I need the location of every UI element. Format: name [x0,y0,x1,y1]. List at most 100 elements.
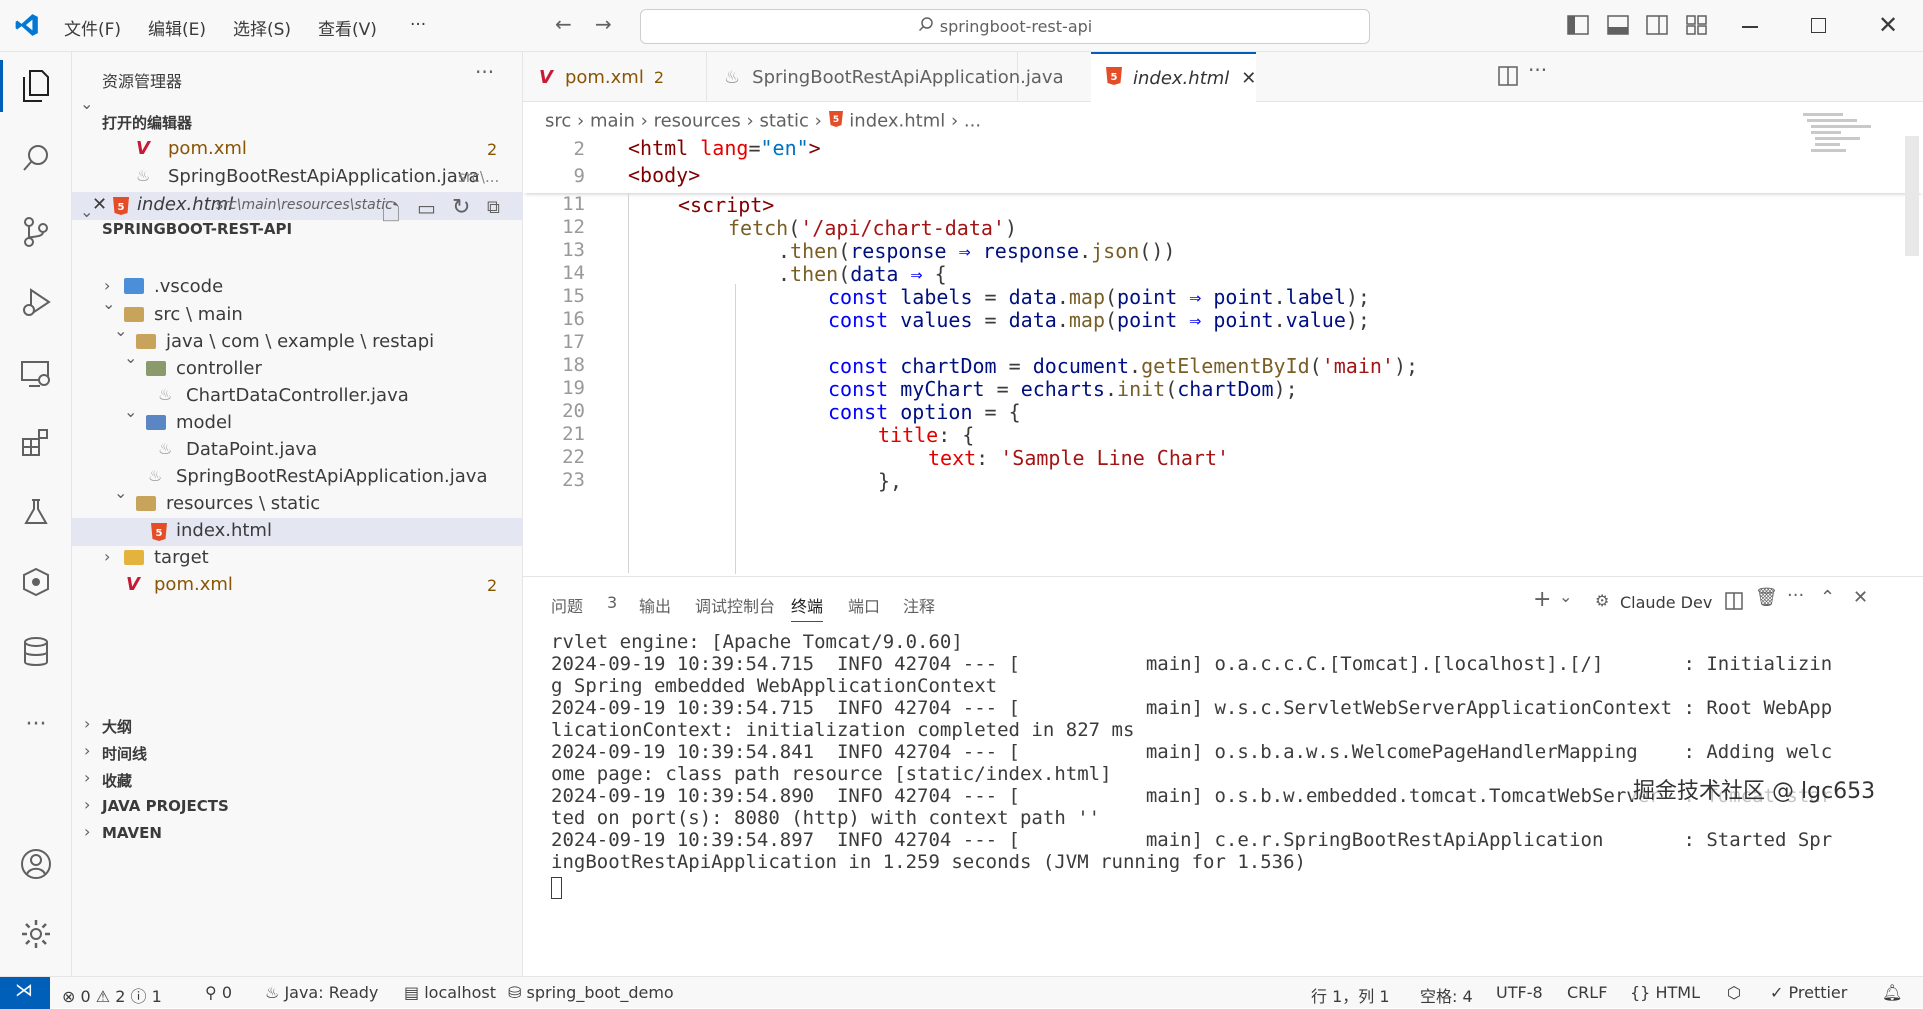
close-panel-icon[interactable]: ✕ [1853,587,1868,608]
breadcrumb-item[interactable]: index.html [849,111,945,132]
editor-more-icon[interactable]: ··· [1528,58,1547,82]
db-connection-status[interactable]: ▤ localhost [404,983,496,1002]
settings-gear-icon[interactable] [14,912,58,956]
close-window-icon[interactable]: ✕ [1878,11,1898,39]
split-editor-icon[interactable] [1498,66,1518,90]
section-timeline[interactable]: › 时间线 [72,741,523,767]
tab-ports[interactable]: 端口 [848,593,880,617]
tree-pom[interactable]: V pom.xml 2 [72,572,523,600]
remote-indicator[interactable]: ⋊ [0,977,50,1009]
breadcrumb-item[interactable]: main [590,111,635,132]
menu-view[interactable]: 查看(V) [318,15,377,40]
tree-java-package[interactable]: ⌄ java \ com \ example \ restapi [72,321,523,357]
menu-selection[interactable]: 选择(S) [233,15,291,40]
maximize-icon[interactable] [1811,18,1826,33]
open-editor-pom[interactable]: V pom.xml 2 [72,136,523,164]
terminal-name[interactable]: Claude Dev [1620,593,1712,612]
customize-layout-icon[interactable] [1686,15,1708,39]
toggle-secondary-sidebar-icon[interactable] [1646,15,1668,39]
section-favorites[interactable]: › 收藏 [72,768,523,794]
tab-terminal[interactable]: 终端 [791,593,824,622]
tree-target[interactable]: › target [72,545,523,573]
end-of-line[interactable]: CRLF [1567,983,1607,1002]
chevron-down-icon[interactable]: ⌄ [80,202,93,221]
extensions-icon[interactable] [14,420,58,464]
tree-vscode[interactable]: › .vscode [72,274,523,302]
more-views-icon[interactable]: ··· [14,702,58,746]
collapse-all-icon[interactable]: ⧉ [487,197,500,218]
vscode-logo-icon [14,12,40,42]
database-icon[interactable] [14,630,58,674]
db-schema-status[interactable]: ⛁ spring_boot_demo [508,983,674,1002]
new-folder-icon[interactable]: ▭ [417,196,436,220]
tab-problems[interactable]: 问题 [551,593,583,617]
testing-flask-icon[interactable] [14,490,58,534]
accounts-icon[interactable] [14,842,58,886]
tab-index-html[interactable]: 5 index.html ✕ [1091,52,1256,103]
run-debug-icon[interactable] [14,280,58,324]
chevron-down-icon[interactable]: ⌄ [1559,587,1572,606]
project-header[interactable]: SPRINGBOOT-REST-API [102,220,292,238]
split-terminal-icon[interactable] [1725,592,1743,614]
close-tab-icon[interactable]: ✕ [1241,68,1256,89]
minimap[interactable] [1803,110,1873,185]
remote-explorer-icon[interactable] [14,352,58,396]
forward-arrow-icon[interactable]: → [595,12,612,36]
ports-status[interactable]: ⚲ 0 [205,983,232,1002]
editor-scrollbar[interactable] [1905,136,1919,256]
cursor-position[interactable]: 行 1，列 1 [1311,983,1390,1007]
minimize-icon[interactable] [1742,26,1758,28]
new-terminal-icon[interactable]: + [1533,587,1551,612]
new-file-icon[interactable]: 🗋 [382,196,400,234]
notification-bell-icon[interactable]: 🔔︎ [1882,983,1902,1002]
explorer-icon[interactable] [14,64,58,108]
toggle-sidebar-icon[interactable] [1567,15,1589,39]
tree-resources-static[interactable]: ⌄ resources \ static [72,483,523,519]
close-icon[interactable]: ✕ [92,194,107,215]
section-outline[interactable]: › 大纲 [72,714,523,740]
code-editor[interactable]: src › main › resources › static › 5 inde… [523,102,1923,576]
source-control-icon[interactable] [14,210,58,254]
gitlens-icon[interactable] [14,560,58,604]
tab-app-java[interactable]: ♨ SpringBootRestApiApplication.java [708,52,1064,102]
java-status[interactable]: ♨ Java: Ready [265,983,378,1002]
breadcrumb-item[interactable]: src [545,111,571,132]
gitlens-status-icon[interactable]: ⬡ [1727,983,1741,1002]
breadcrumb-item[interactable]: static [759,111,808,132]
tree-datapoint[interactable]: ♨ DataPoint.java [72,437,523,465]
open-editor-app-java[interactable]: ♨ SpringBootRestApiApplication.java src\… [72,164,523,192]
language-mode[interactable]: {} HTML [1630,983,1700,1002]
indentation[interactable]: 空格: 4 [1420,983,1473,1007]
section-java-projects[interactable]: › JAVA PROJECTS [72,795,523,821]
menu-more[interactable]: ··· [410,15,426,35]
explorer-more-icon[interactable]: ··· [475,60,494,84]
tree-app-java[interactable]: ♨ SpringBootRestApiApplication.java [72,464,523,492]
toggle-panel-icon[interactable] [1607,15,1629,39]
command-center-search[interactable]: springboot-rest-api [640,9,1370,44]
refresh-icon[interactable]: ↻ [452,195,470,220]
menu-edit[interactable]: 编辑(E) [148,15,206,40]
prettier-status[interactable]: ✓ Prettier [1770,983,1847,1002]
tree-index-html[interactable]: 5 index.html [72,518,523,546]
trash-icon[interactable]: 🗑 [1755,587,1778,608]
open-editors-header[interactable]: 打开的编辑器 [102,112,192,133]
encoding[interactable]: UTF-8 [1496,983,1543,1002]
panel-more-icon[interactable]: ··· [1787,585,1804,606]
tab-comments[interactable]: 注释 [903,593,935,617]
maximize-panel-icon[interactable]: ⌃ [1820,587,1835,608]
problems-status[interactable]: ⊗ 0 ⚠ 2 ⓘ 1 [62,983,162,1007]
back-arrow-icon[interactable]: ← [555,12,572,36]
tab-debug-console[interactable]: 调试控制台 [695,593,775,617]
tree-model[interactable]: ⌄ model [72,402,523,438]
chevron-down-icon[interactable]: ⌄ [80,94,93,113]
tree-controller[interactable]: ⌄ controller [72,348,523,384]
section-maven[interactable]: › MAVEN [72,822,523,848]
tab-output[interactable]: 输出 [639,593,671,617]
breadcrumb-item[interactable]: resources [654,111,741,132]
breadcrumb-item[interactable]: ... [964,111,981,132]
search-icon[interactable] [14,136,58,180]
menu-file[interactable]: 文件(F) [64,15,121,40]
tree-src-main[interactable]: ⌄ src \ main [72,294,523,330]
tab-pom[interactable]: V pom.xml 2 [523,52,707,102]
tree-chartdatacontroller[interactable]: ♨ ChartDataController.java [72,383,523,411]
